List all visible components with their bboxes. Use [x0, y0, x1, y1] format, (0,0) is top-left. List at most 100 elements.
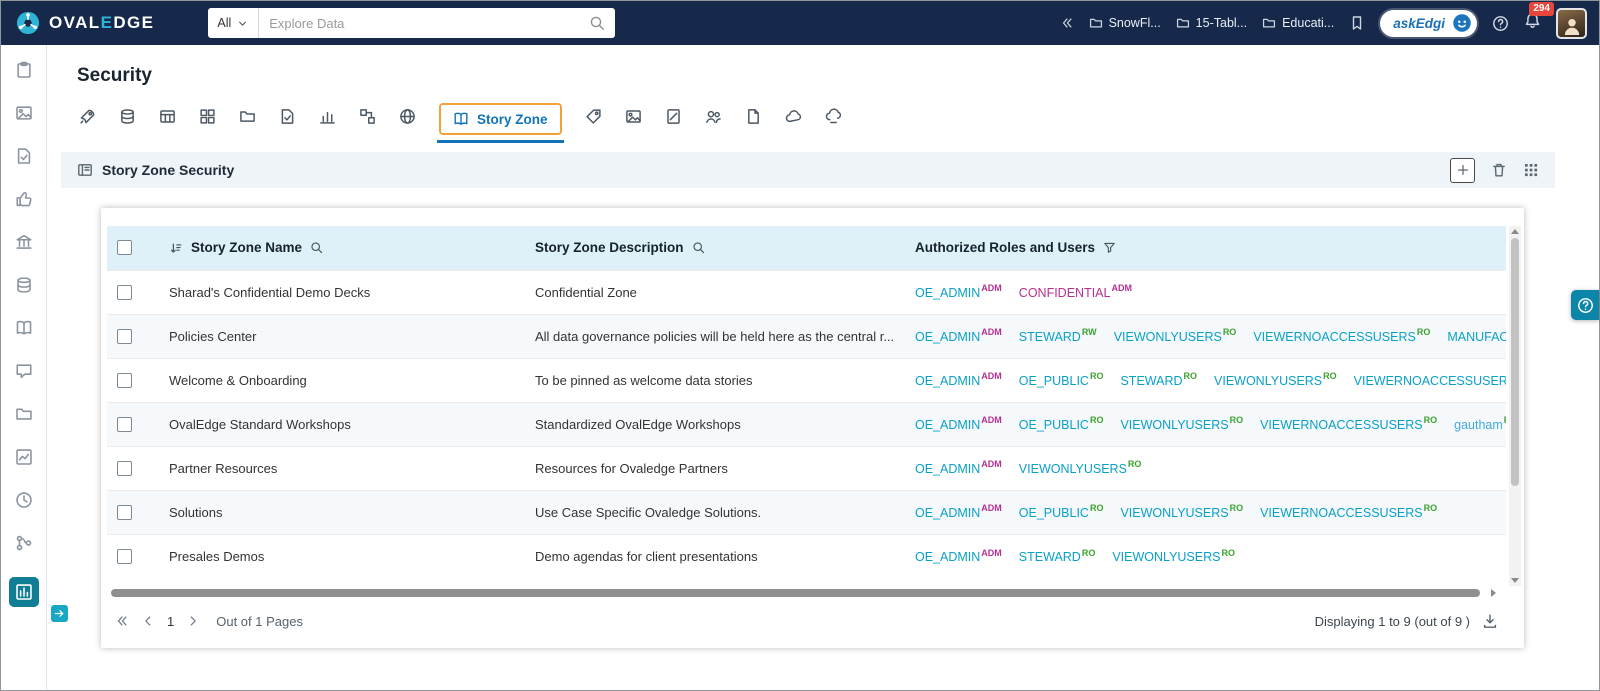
role-link[interactable]: OE_ADMINADM	[915, 328, 1002, 344]
row-checkbox[interactable]	[117, 373, 132, 389]
sidebar-item-jobs[interactable]	[15, 491, 33, 514]
tab-story-zone[interactable]: Story Zone	[437, 103, 564, 143]
role-link[interactable]: VIEWERNOACCESSUSERSRO	[1253, 328, 1430, 344]
role-link[interactable]: OE_ADMINADM	[915, 460, 1002, 476]
horizontal-scroll-thumb[interactable]	[111, 589, 1480, 597]
story-zone-name[interactable]: Sharad's Confidential Demo Decks	[159, 269, 525, 314]
tab-connectors[interactable]	[119, 108, 136, 130]
sidebar-item-collaboration[interactable]	[15, 362, 33, 385]
first-page-icon[interactable]	[115, 614, 129, 628]
sidebar-item-images[interactable]	[15, 104, 33, 127]
story-zone-name[interactable]: Partner Resources	[159, 445, 525, 490]
role-link[interactable]: STEWARDRW	[1019, 328, 1097, 344]
tab-users-roles[interactable]	[705, 108, 722, 130]
row-checkbox[interactable]	[117, 461, 132, 477]
row-checkbox[interactable]	[117, 329, 132, 345]
role-link[interactable]: VIEWONLYUSERSRO	[1120, 504, 1243, 520]
tab-files[interactable]	[239, 108, 256, 130]
sidebar-expand-toggle[interactable]	[51, 605, 68, 622]
tab-table-columns[interactable]	[199, 108, 216, 130]
recent-item[interactable]: Educati...	[1262, 16, 1334, 30]
search-icon[interactable]	[589, 15, 605, 31]
select-all-checkbox[interactable]	[117, 240, 132, 256]
role-link[interactable]: OE_ADMINADM	[915, 504, 1002, 520]
tab-restricted[interactable]	[665, 108, 682, 130]
search-scope-dropdown[interactable]: All	[208, 8, 260, 38]
askedgi-button[interactable]: askEdgi	[1380, 9, 1477, 37]
sidebar-item-dashboards[interactable]	[15, 61, 33, 84]
row-checkbox[interactable]	[117, 505, 132, 521]
delete-icon[interactable]	[1491, 162, 1507, 178]
story-zone-name[interactable]: Presales Demos	[159, 533, 525, 578]
role-link[interactable]: STEWARDRO	[1019, 548, 1096, 564]
role-link[interactable]: VIEWONLYUSERSRO	[1112, 548, 1235, 564]
story-zone-name[interactable]: Policies Center	[159, 313, 525, 358]
role-link[interactable]: VIEWONLYUSERSRO	[1214, 372, 1337, 388]
sidebar-item-glossary[interactable]	[15, 319, 33, 342]
tab-documents[interactable]	[745, 108, 762, 130]
row-checkbox[interactable]	[117, 285, 132, 301]
user-avatar[interactable]	[1556, 7, 1587, 39]
recent-item[interactable]: SnowFl...	[1089, 16, 1161, 30]
tab-domains[interactable]	[399, 108, 416, 130]
column-header[interactable]: Authorized Roles and Users	[905, 226, 1506, 270]
sidebar-item-security[interactable]	[8, 577, 39, 607]
floating-help-button[interactable]	[1571, 290, 1599, 320]
role-link[interactable]: OE_ADMINADM	[915, 372, 1002, 388]
column-header[interactable]: Story Zone Name	[159, 226, 525, 270]
story-zone-name[interactable]: Welcome & Onboarding	[159, 357, 525, 402]
sidebar-item-data-catalog[interactable]	[15, 276, 33, 299]
sidebar-item-governance[interactable]	[15, 233, 33, 256]
tab-certified-queries[interactable]	[279, 108, 296, 130]
tab-images[interactable]	[625, 108, 642, 130]
add-story-zone-button[interactable]	[1450, 157, 1475, 183]
horizontal-scrollbar[interactable]	[111, 588, 1496, 598]
sidebar-item-projects[interactable]	[15, 405, 33, 428]
grid-view-icon[interactable]	[1523, 162, 1539, 178]
collapse-recents-icon[interactable]	[1060, 16, 1074, 30]
role-link[interactable]: VIEWERNOACCESSUSERSRO	[1260, 504, 1437, 520]
role-link[interactable]: gauthamRO	[1454, 416, 1506, 432]
tab-reports[interactable]	[319, 108, 336, 130]
sidebar-item-forms[interactable]	[15, 147, 33, 170]
explore-search-input[interactable]	[259, 15, 590, 31]
tab-cloud-links[interactable]	[825, 108, 842, 130]
role-link[interactable]: OE_PUBLICRO	[1019, 372, 1104, 388]
role-link[interactable]: VIEWERNOACCESSUSERSRO	[1354, 374, 1506, 388]
download-icon[interactable]	[1482, 613, 1498, 629]
help-icon[interactable]	[1492, 15, 1509, 32]
role-link[interactable]: OE_ADMINADM	[915, 548, 1002, 564]
sidebar-item-endorsements[interactable]	[15, 190, 33, 213]
role-link[interactable]: OE_ADMINADM	[915, 284, 1002, 300]
role-link[interactable]: CONFIDENTIALADM	[1019, 284, 1132, 300]
tab-tables[interactable]	[159, 108, 176, 130]
tab-report-columns[interactable]	[359, 108, 376, 130]
bookmark-icon[interactable]	[1349, 15, 1365, 31]
next-page-icon[interactable]	[186, 614, 200, 628]
row-checkbox[interactable]	[117, 417, 132, 433]
sidebar-item-reports[interactable]	[15, 448, 33, 471]
story-zone-name[interactable]: Solutions	[159, 489, 525, 534]
role-link[interactable]: OE_PUBLICRO	[1019, 504, 1104, 520]
vertical-scroll-thumb[interactable]	[1511, 238, 1519, 486]
prev-page-icon[interactable]	[141, 614, 155, 628]
row-checkbox[interactable]	[117, 549, 132, 565]
sidebar-item-lineage[interactable]	[15, 534, 33, 557]
tab-tags[interactable]	[585, 108, 602, 130]
notifications-button[interactable]: 294	[1524, 2, 1554, 34]
scroll-up-arrow[interactable]	[1511, 229, 1519, 234]
tab-advanced-jobs[interactable]	[79, 108, 96, 130]
story-zone-name[interactable]: OvalEdge Standard Workshops	[159, 401, 525, 446]
role-link[interactable]: MANUFACTU...	[1447, 330, 1506, 344]
tab-cloud[interactable]	[785, 108, 802, 130]
role-link[interactable]: VIEWONLYUSERSRO	[1019, 460, 1142, 476]
recent-item[interactable]: 15-Tabl...	[1176, 16, 1247, 30]
scroll-right-arrow[interactable]	[1491, 589, 1496, 597]
role-link[interactable]: VIEWERNOACCESSUSERSRO	[1260, 416, 1437, 432]
role-link[interactable]: VIEWONLYUSERSRO	[1114, 328, 1237, 344]
role-link[interactable]: OE_ADMINADM	[915, 416, 1002, 432]
scroll-down-arrow[interactable]	[1511, 578, 1519, 583]
current-page[interactable]: 1	[167, 614, 174, 629]
column-header[interactable]: Story Zone Description	[525, 226, 905, 270]
role-link[interactable]: STEWARDRO	[1120, 372, 1197, 388]
